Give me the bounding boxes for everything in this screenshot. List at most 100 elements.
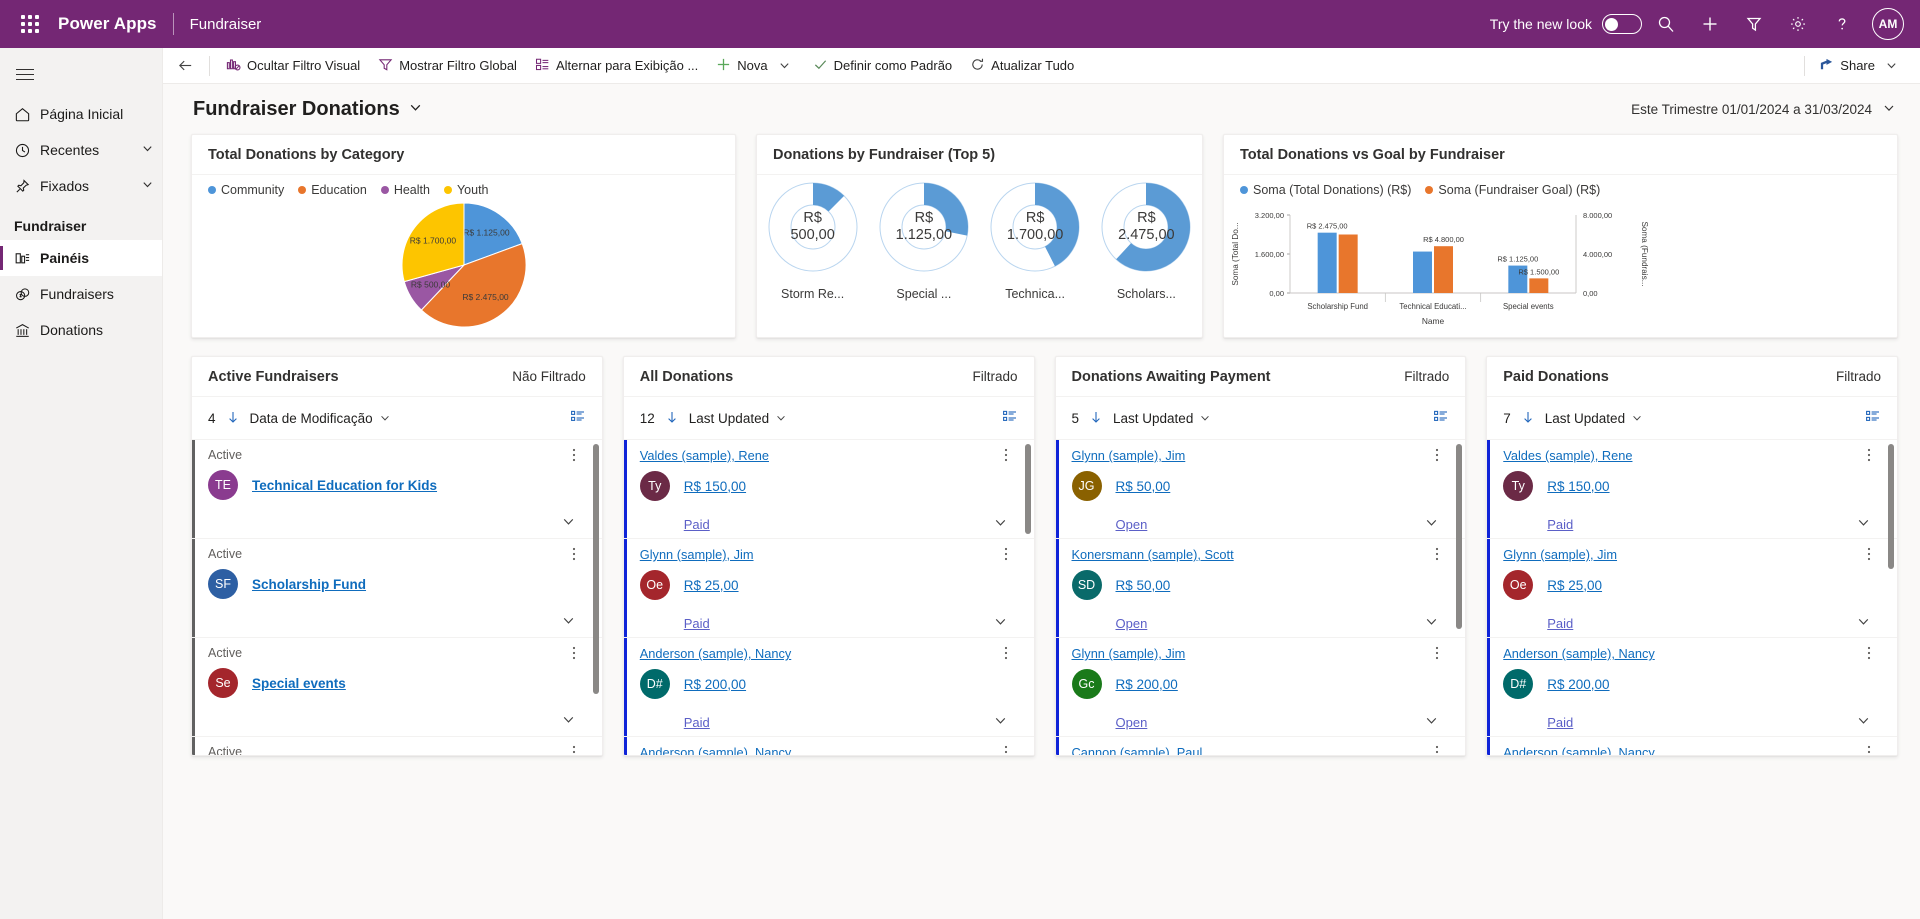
view-selector-icon[interactable]: [1865, 409, 1881, 428]
list-item-contact-link[interactable]: Glynn (sample), Jim: [640, 547, 754, 562]
sort-field-selector[interactable]: Data de Modificação: [250, 411, 391, 426]
chevron-down-icon[interactable]: [1424, 515, 1439, 533]
chevron-down-icon[interactable]: [141, 142, 154, 158]
legend-item[interactable]: Youth: [443, 183, 489, 197]
show-global-filter-button[interactable]: Mostrar Filtro Global: [370, 51, 525, 81]
sidebar-item-recentes[interactable]: Recentes: [0, 132, 162, 168]
more-options-icon[interactable]: [1004, 448, 1008, 462]
share-button[interactable]: Share: [1811, 51, 1910, 81]
sort-direction-icon[interactable]: [226, 410, 240, 427]
brand-label[interactable]: Power Apps: [58, 14, 157, 34]
list-item-amount-link[interactable]: R$ 150,00: [684, 479, 746, 494]
list-item-amount-link[interactable]: R$ 200,00: [684, 677, 746, 692]
bar-total-donations[interactable]: [1317, 232, 1337, 293]
list-item-contact-link[interactable]: Glynn (sample), Jim: [1503, 547, 1617, 562]
pie-chart[interactable]: R$ 1.125,00 R$ 2.475,00 R$ 500,00 R$ 1.700,…: [192, 197, 735, 337]
sidebar-item-fixados[interactable]: Fixados: [0, 168, 162, 204]
chevron-down-icon[interactable]: [1856, 713, 1871, 731]
help-icon[interactable]: [1822, 4, 1862, 44]
list-item-contact-link[interactable]: Glynn (sample), Jim: [1072, 646, 1186, 661]
filter-icon[interactable]: [1734, 4, 1774, 44]
list-item-amount-link[interactable]: R$ 50,00: [1116, 578, 1171, 593]
more-options-icon[interactable]: [1435, 745, 1439, 755]
more-options-icon[interactable]: [1435, 448, 1439, 462]
legend-item[interactable]: Soma (Fundraiser Goal) (R$): [1425, 183, 1600, 197]
view-selector-icon[interactable]: [570, 409, 586, 428]
date-range-filter[interactable]: Este Trimestre 01/01/2024 a 31/03/2024: [1631, 101, 1896, 118]
bar-fundraiser-goal[interactable]: [1338, 234, 1358, 294]
status-badge[interactable]: Open: [1116, 517, 1148, 532]
donut-gauge[interactable]: R$ 500,00 Storm Re...: [763, 179, 863, 301]
scrollbar-thumb[interactable]: [592, 444, 599, 694]
more-options-icon[interactable]: [1867, 646, 1871, 660]
chevron-down-icon[interactable]: [1424, 713, 1439, 731]
chevron-down-icon[interactable]: [993, 614, 1008, 632]
list-item[interactable]: Active: [192, 737, 602, 755]
chevron-down-icon[interactable]: [1882, 101, 1896, 118]
chevron-down-icon[interactable]: [561, 613, 576, 631]
list-item-amount-link[interactable]: R$ 200,00: [1116, 677, 1178, 692]
list-item-amount-link[interactable]: R$ 25,00: [1547, 578, 1602, 593]
legend-item[interactable]: Soma (Total Donations) (R$): [1240, 183, 1411, 197]
list-item-amount-link[interactable]: R$ 25,00: [684, 578, 739, 593]
list-item[interactable]: Active SF Scholarship Fund: [192, 539, 602, 638]
list-item-contact-link[interactable]: Valdes (sample), Rene: [1503, 448, 1632, 463]
chevron-down-icon[interactable]: [1424, 614, 1439, 632]
add-icon[interactable]: [1690, 4, 1730, 44]
list-item-contact-link[interactable]: Anderson (sample), Nancy: [1503, 646, 1655, 661]
chevron-down-icon[interactable]: [408, 98, 423, 121]
view-selector-icon[interactable]: [1433, 409, 1449, 428]
view-selector-icon[interactable]: [1002, 409, 1018, 428]
donut-gauge-group[interactable]: R$ 500,00 Storm Re... R$ 1.125,00 Special ...…: [757, 175, 1202, 337]
more-options-icon[interactable]: [1867, 448, 1871, 462]
sort-direction-icon[interactable]: [665, 410, 679, 427]
more-options-icon[interactable]: [1435, 547, 1439, 561]
status-badge[interactable]: Paid: [1547, 616, 1573, 631]
sort-field-selector[interactable]: Last Updated: [1545, 411, 1643, 426]
list-item[interactable]: Active Se Special events: [192, 638, 602, 737]
try-new-look-toggle[interactable]: [1602, 14, 1642, 34]
more-options-icon[interactable]: [1435, 646, 1439, 660]
more-options-icon[interactable]: [572, 448, 576, 462]
status-badge[interactable]: Paid: [684, 616, 710, 631]
list-item[interactable]: Konersmann (sample), Scott SD R$ 50,00 Open: [1055, 539, 1466, 638]
bar-fundraiser-goal[interactable]: [1434, 246, 1453, 293]
list-item[interactable]: Cannon (sample), Paul: [1055, 737, 1466, 755]
legend-item[interactable]: Community: [208, 183, 284, 197]
bar-fundraiser-goal[interactable]: [1529, 278, 1549, 293]
list-item-contact-link[interactable]: Anderson (sample), Nancy: [640, 745, 792, 755]
list-item-contact-link[interactable]: Valdes (sample), Rene: [640, 448, 769, 463]
legend-item[interactable]: Health: [380, 183, 430, 197]
chevron-down-icon[interactable]: [141, 178, 154, 194]
list-item-amount-link[interactable]: R$ 150,00: [1547, 479, 1609, 494]
avatar[interactable]: AM: [1872, 8, 1904, 40]
app-name-label[interactable]: Fundraiser: [190, 16, 262, 33]
hamburger-menu-icon[interactable]: [0, 52, 162, 96]
donut-gauge[interactable]: R$ 1.125,00 Special ...: [874, 179, 974, 301]
more-options-icon[interactable]: [1004, 745, 1008, 755]
list-scroll-area[interactable]: Valdes (sample), Rene Ty R$ 150,00 Paid Glyn…: [623, 439, 1034, 755]
donut-gauge[interactable]: R$ 1.700,00 Technica...: [985, 179, 1085, 301]
waffle-menu-icon[interactable]: [10, 4, 50, 44]
back-arrow-icon[interactable]: [169, 51, 201, 81]
sidebar-item-donations[interactable]: Donations: [0, 312, 162, 348]
list-scroll-area[interactable]: Active TE Technical Education for Kids Acti…: [192, 439, 602, 755]
list-item[interactable]: Glynn (sample), Jim Oe R$ 25,00 Paid: [623, 539, 1034, 638]
list-item-contact-link[interactable]: Anderson (sample), Nancy: [1503, 745, 1655, 755]
chevron-down-icon[interactable]: [1856, 515, 1871, 533]
page-title[interactable]: Fundraiser Donations: [193, 98, 423, 121]
list-item-amount-link[interactable]: R$ 200,00: [1547, 677, 1609, 692]
sort-direction-icon[interactable]: [1089, 410, 1103, 427]
list-item-title-link[interactable]: Special events: [252, 676, 346, 691]
list-item[interactable]: Glynn (sample), Jim Oe R$ 25,00 Paid: [1487, 539, 1897, 638]
legend-item[interactable]: Education: [298, 183, 367, 197]
more-options-icon[interactable]: [1004, 547, 1008, 561]
sidebar-item-fundraisers[interactable]: Fundraisers: [0, 276, 162, 312]
list-item-contact-link[interactable]: Glynn (sample), Jim: [1072, 448, 1186, 463]
status-badge[interactable]: Open: [1116, 715, 1148, 730]
sidebar-item-paineis[interactable]: Painéis: [0, 240, 162, 276]
list-item[interactable]: Glynn (sample), Jim Gc R$ 200,00 Open: [1055, 638, 1466, 737]
bar-chart[interactable]: 0,00 1.600,00 3.200,00 0,00 4.000,00 8.000,00…: [1224, 197, 1654, 327]
status-badge[interactable]: Paid: [1547, 715, 1573, 730]
sort-direction-icon[interactable]: [1521, 410, 1535, 427]
